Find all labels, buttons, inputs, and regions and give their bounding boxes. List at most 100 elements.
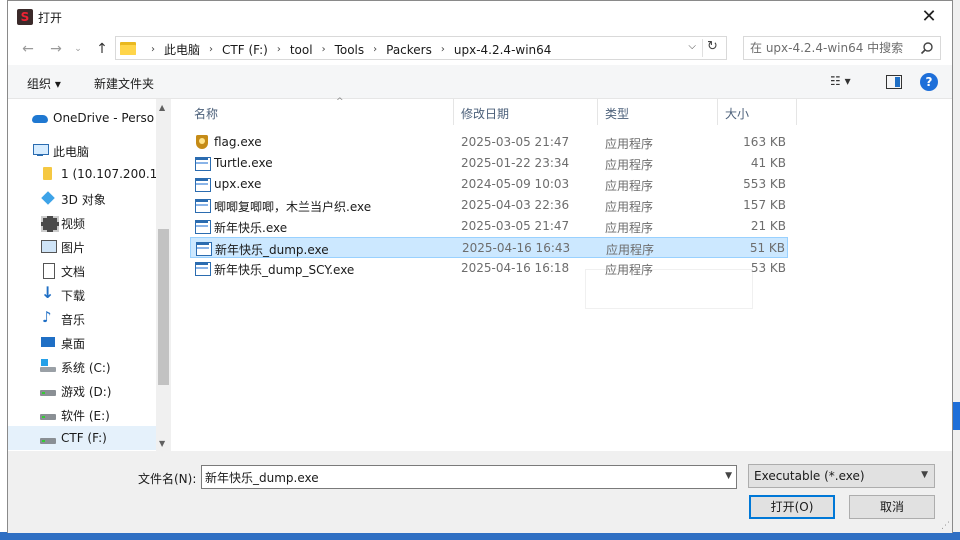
breadcrumb-separator[interactable]: › — [277, 44, 281, 55]
breadcrumb-separator[interactable]: › — [151, 44, 155, 55]
exe-icon — [194, 197, 211, 213]
file-row[interactable]: upx.exe 2024-05-09 10:03 应用程序 553 KB — [190, 174, 788, 195]
sidebar-item-music[interactable]: 音乐 — [8, 306, 156, 330]
column-header-size[interactable]: 大小 — [719, 99, 797, 125]
sidebar-item-drive-e[interactable]: 软件 (E:) — [8, 402, 156, 426]
exe-icon — [194, 176, 211, 192]
breadcrumb-item[interactable]: Packers — [386, 43, 432, 57]
file-name: flag.exe — [214, 135, 262, 149]
sidebar-item-label: 系统 (C:) — [61, 361, 111, 375]
sidebar-item-pictures[interactable]: 图片 — [8, 234, 156, 258]
refresh-button[interactable]: ↻ — [702, 39, 722, 57]
search-input[interactable] — [750, 40, 915, 56]
scroll-down-icon[interactable]: ▼ — [159, 439, 165, 448]
column-header-label: 大小 — [725, 107, 750, 121]
sidebar-item-this-pc[interactable]: 此电脑 — [8, 138, 156, 162]
breadcrumb-separator[interactable]: › — [209, 44, 213, 55]
file-date: 2025-03-05 21:47 — [461, 135, 570, 149]
address-dropdown-icon[interactable]: ⌵ — [688, 41, 696, 52]
organize-menu[interactable]: 组织 ▾ — [27, 75, 61, 92]
chevron-down-icon[interactable]: ▼ — [725, 471, 732, 481]
back-button[interactable]: ← — [18, 39, 38, 59]
filename-combobox[interactable]: ▼ — [201, 465, 737, 489]
background-window-edge-bottom — [0, 532, 960, 540]
file-row[interactable]: 新年快乐_dump_SCY.exe 2025-04-16 16:18 应用程序 … — [190, 258, 788, 279]
up-button[interactable]: ↑ — [92, 39, 112, 59]
file-name: 新年快乐_dump_SCY.exe — [214, 263, 355, 277]
open-button[interactable]: 打开(O) — [749, 495, 835, 519]
new-folder-button[interactable]: 新建文件夹 — [94, 75, 154, 92]
file-size: 553 KB — [743, 177, 786, 191]
file-name: Turtle.exe — [214, 156, 273, 170]
open-file-dialog: S 打开 ✕ ← → ⌄ ↑ › 此电脑 › CTF (F:) › tool ›… — [7, 0, 953, 533]
sidebar-item-3d-objects[interactable]: 3D 对象 — [8, 186, 156, 210]
sidebar-item-downloads[interactable]: 下载 — [8, 282, 156, 306]
search-box[interactable] — [743, 36, 941, 60]
sidebar-item-network-drive[interactable]: 1 (10.107.200.12 — [8, 162, 156, 186]
file-row[interactable]: 唧唧复唧唧，木兰当户织.exe 2025-04-03 22:36 应用程序 15… — [190, 195, 788, 216]
breadcrumb-separator[interactable]: › — [441, 44, 445, 55]
sidebar-item-desktop[interactable]: 桌面 — [8, 330, 156, 354]
change-view-button[interactable]: ☷ ▾ — [830, 74, 866, 92]
file-date: 2025-04-16 16:18 — [461, 261, 570, 275]
file-row-selected[interactable]: 新年快乐_dump.exe 2025-04-16 16:43 应用程序 51 K… — [190, 237, 788, 258]
breadcrumb-separator[interactable]: › — [373, 44, 377, 55]
title-bar: S 打开 ✕ — [8, 1, 952, 33]
music-icon — [40, 308, 56, 326]
scroll-up-icon[interactable]: ▲ — [159, 103, 165, 112]
preview-pane-icon[interactable] — [886, 75, 902, 89]
file-size: 163 KB — [743, 135, 786, 149]
breadcrumb-item[interactable]: tool — [290, 43, 313, 57]
file-row[interactable]: flag.exe 2025-03-05 21:47 应用程序 163 KB — [190, 132, 788, 153]
command-bar: 组织 ▾ 新建文件夹 ☷ ▾ ? — [8, 65, 952, 99]
recent-locations-dropdown[interactable]: ⌄ — [72, 39, 84, 59]
resize-grip-icon[interactable]: ⋰ — [941, 521, 950, 531]
dialog-title: 打开 — [38, 11, 63, 25]
filetype-select[interactable]: Executable (*.exe) ▼ — [748, 464, 935, 488]
sidebar-item-videos[interactable]: 视频 — [8, 210, 156, 234]
close-button[interactable]: ✕ — [906, 1, 952, 33]
search-icon[interactable] — [920, 41, 934, 55]
breadcrumb-item[interactable]: 此电脑 — [164, 41, 200, 58]
breadcrumb-item[interactable]: CTF (F:) — [222, 43, 268, 57]
desktop-icon — [40, 334, 56, 350]
file-type: 应用程序 — [605, 200, 654, 214]
system-drive-icon — [40, 358, 56, 374]
file-date: 2025-01-22 23:34 — [461, 156, 570, 170]
breadcrumb-separator[interactable]: › — [322, 44, 326, 55]
cancel-button[interactable]: 取消 — [849, 495, 935, 519]
sidebar-item-drive-f[interactable]: CTF (F:) — [8, 426, 156, 450]
help-icon[interactable]: ? — [920, 73, 938, 91]
dialog-footer: 文件名(N): ▼ Executable (*.exe) ▼ 打开(O) 取消 … — [8, 451, 952, 533]
sidebar-item-label: 视频 — [61, 217, 86, 231]
sidebar-item-onedrive[interactable]: OneDrive - Perso — [8, 106, 156, 130]
column-header-label: 修改日期 — [461, 107, 510, 121]
column-header-date[interactable]: 修改日期 — [455, 99, 598, 125]
scrollbar-thumb[interactable] — [158, 229, 169, 385]
file-row[interactable]: Turtle.exe 2025-01-22 23:34 应用程序 41 KB — [190, 153, 788, 174]
sidebar-item-label: 文档 — [61, 265, 86, 279]
folder-icon — [120, 40, 136, 56]
sidebar-item-drive-c[interactable]: 系统 (C:) — [8, 354, 156, 378]
filename-input[interactable] — [205, 469, 710, 485]
file-date: 2025-04-16 16:43 — [462, 241, 571, 255]
file-type: 应用程序 — [606, 243, 655, 257]
forward-button[interactable]: → — [46, 39, 66, 59]
file-row[interactable]: 新年快乐.exe 2025-03-05 21:47 应用程序 21 KB — [190, 216, 788, 237]
address-bar[interactable]: › 此电脑 › CTF (F:) › tool › Tools › Packer… — [115, 36, 727, 60]
pc-icon — [32, 142, 49, 158]
column-header-type[interactable]: 类型 — [599, 99, 718, 125]
sidebar-item-label: 软件 (E:) — [61, 409, 110, 423]
file-type: 应用程序 — [605, 263, 654, 277]
breadcrumb-item[interactable]: upx-4.2.4-win64 — [454, 43, 552, 57]
sidebar-item-documents[interactable]: 文档 — [8, 258, 156, 282]
breadcrumb-item[interactable]: Tools — [335, 43, 365, 57]
filename-label: 文件名(N): — [138, 472, 197, 486]
sidebar-item-drive-d[interactable]: 游戏 (D:) — [8, 378, 156, 402]
exe-icon — [195, 240, 212, 256]
column-header-name[interactable]: 名称 ^ — [188, 97, 454, 125]
sidebar-item-label: 下载 — [61, 289, 86, 303]
file-name: 新年快乐_dump.exe — [215, 243, 329, 257]
sidebar-scrollbar[interactable]: ▲ ▼ — [156, 99, 171, 451]
file-size: 53 KB — [750, 261, 786, 275]
